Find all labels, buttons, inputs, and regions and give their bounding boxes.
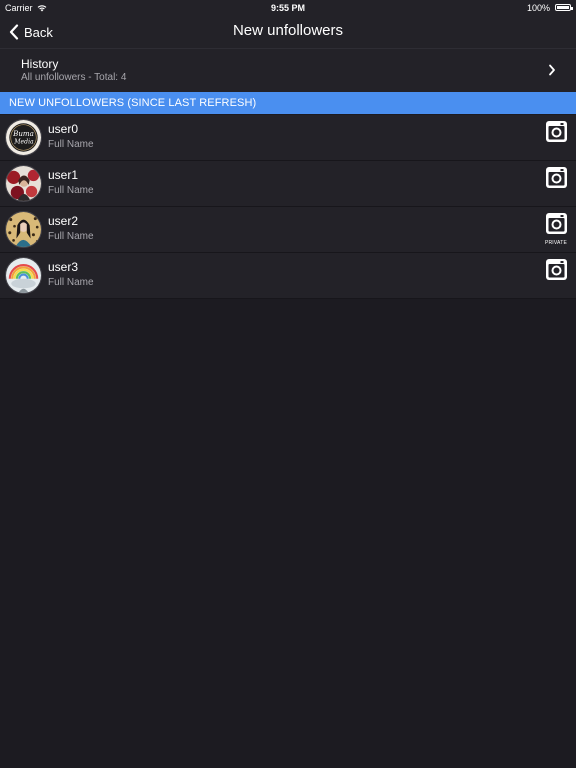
- full-name: Full Name: [48, 185, 94, 196]
- avatar-logo-text: Media: [13, 139, 34, 146]
- page-title: New unfollowers: [232, 22, 344, 39]
- section-header: NEW UNFOLLOWERS (SINCE LAST REFRESH): [0, 92, 576, 114]
- private-badge: PRIVATE: [544, 240, 567, 246]
- instagram-icon: [546, 213, 567, 234]
- full-name: Full Name: [48, 139, 94, 150]
- username: user3: [48, 260, 79, 274]
- instagram-icon: [546, 259, 567, 280]
- avatar[interactable]: Buma Media: [5, 119, 42, 156]
- instagram-profile-button[interactable]: [545, 120, 568, 143]
- history-subtitle: All unfollowers - Total: 4: [21, 72, 127, 83]
- history-title: History: [21, 57, 59, 71]
- instagram-icon: [546, 121, 567, 142]
- avatar[interactable]: [5, 211, 42, 248]
- list-item[interactable]: user2 Full Name PRIVATE: [0, 207, 576, 253]
- list-item[interactable]: Buma Media user0 Full Name: [0, 115, 576, 161]
- battery-icon: [555, 4, 573, 11]
- list-item[interactable]: user3 Full Name: [0, 253, 576, 299]
- history-row[interactable]: History All unfollowers - Total: 4: [0, 48, 576, 92]
- avatar-logo-text: Buma: [12, 129, 34, 138]
- full-name: Full Name: [48, 277, 94, 288]
- instagram-icon: [546, 167, 567, 188]
- avatar[interactable]: [5, 257, 42, 294]
- navigation-bar: Back New unfollowers: [0, 16, 576, 48]
- unfollowers-list: Buma Media user0 Full Name user1 Full Na…: [0, 115, 576, 299]
- avatar[interactable]: [5, 165, 42, 202]
- list-item[interactable]: user1 Full Name: [0, 161, 576, 207]
- status-bar: Carrier 9:55 PM 100%: [0, 0, 576, 16]
- chevron-right-icon: [549, 64, 555, 76]
- status-time: 9:55 PM: [270, 3, 305, 13]
- battery-percentage: 100%: [526, 3, 550, 13]
- instagram-profile-button[interactable]: [545, 166, 568, 189]
- instagram-profile-button[interactable]: [545, 258, 568, 281]
- full-name: Full Name: [48, 231, 94, 242]
- username: user2: [48, 214, 79, 228]
- username: user1: [48, 168, 79, 182]
- instagram-profile-button[interactable]: [545, 212, 568, 235]
- username: user0: [48, 122, 79, 136]
